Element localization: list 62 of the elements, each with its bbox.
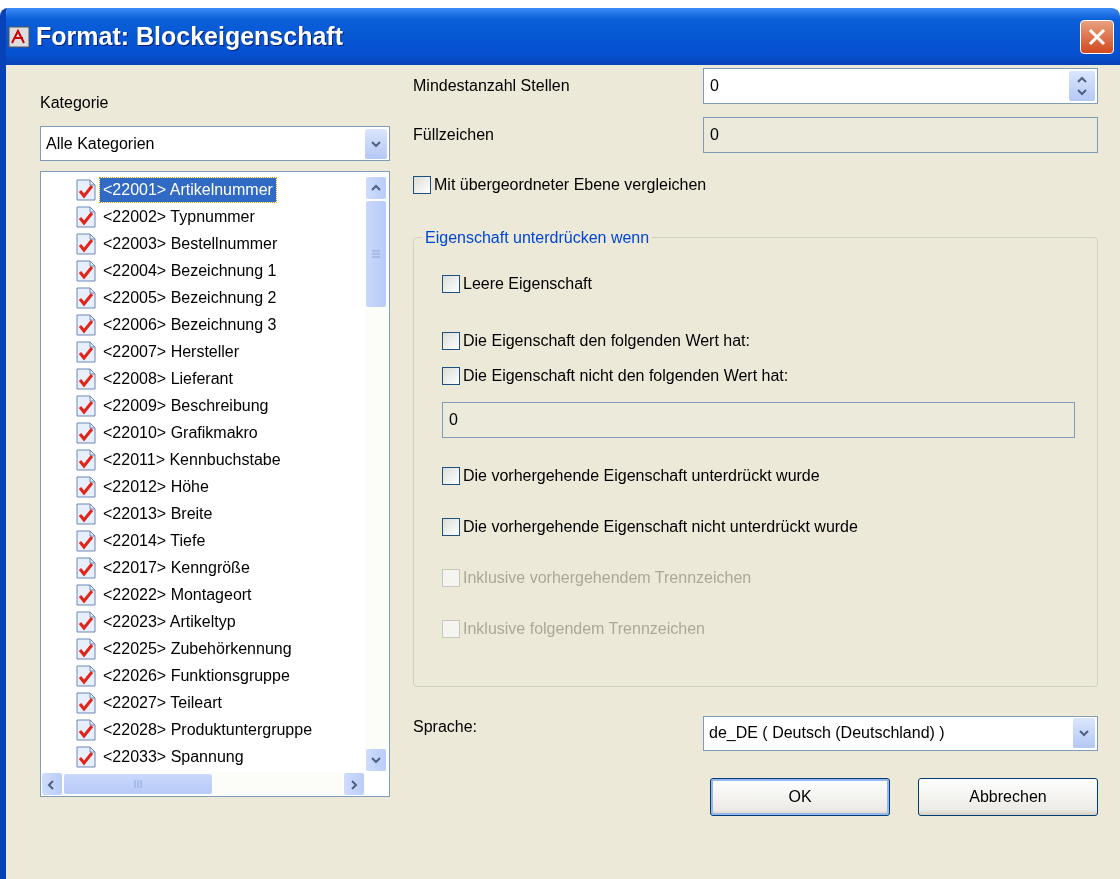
grip-icon xyxy=(371,249,381,259)
scroll-thumb[interactable] xyxy=(63,773,213,795)
checkbox[interactable] xyxy=(442,275,460,293)
scroll-up-button[interactable] xyxy=(365,176,387,200)
chevron-down-icon xyxy=(369,754,383,766)
dropdown-button[interactable] xyxy=(365,128,387,159)
grip-icon xyxy=(133,779,143,789)
checkbox[interactable] xyxy=(413,176,431,194)
field-label: Füllzeichen xyxy=(413,125,495,145)
checkbox-label[interactable]: Leere Eigenschaft xyxy=(463,272,592,296)
list-item[interactable]: <22028> Produktuntergruppe xyxy=(100,717,316,742)
list-item[interactable]: <22012> Höhe xyxy=(100,474,212,499)
checkbox-label[interactable]: Die vorhergehende Eigenschaft nicht unterdrückt wurde xyxy=(463,515,858,539)
list-item[interactable]: <22005> Bezeichnung 2 xyxy=(100,285,280,310)
list-item[interactable]: <22004> Bezeichnung 1 xyxy=(100,258,280,283)
list-item[interactable]: <22014> Tiefe xyxy=(100,528,209,553)
list-item[interactable]: <22011> Kennbuchstabe xyxy=(100,447,284,472)
scroll-thumb[interactable] xyxy=(365,200,387,308)
list-item[interactable]: <22027> Teileart xyxy=(100,690,225,715)
list-item[interactable]: <22010> Grafikmakro xyxy=(100,420,261,445)
scroll-down-button[interactable] xyxy=(365,748,387,772)
list-item[interactable]: <22009> Beschreibung xyxy=(100,393,272,418)
checkbox-label[interactable]: Die Eigenschaft den folgenden Wert hat: xyxy=(463,329,750,353)
app-icon xyxy=(8,25,30,48)
list-item[interactable]: <22023> Artikeltyp xyxy=(100,609,239,634)
spinner-button[interactable] xyxy=(1069,71,1095,101)
category-label: Kategorie xyxy=(40,93,110,113)
cancel-button[interactable]: Abbrechen xyxy=(918,778,1098,816)
vertical-scrollbar[interactable] xyxy=(365,172,389,772)
list-item[interactable]: <22017> Kenngröße xyxy=(100,555,253,580)
checkbox-label[interactable]: Mit übergeordneter Ebene vergleichen xyxy=(434,173,707,197)
horizontal-scrollbar[interactable] xyxy=(41,772,365,796)
list-item[interactable]: <22006> Bezeichnung 3 xyxy=(100,312,280,337)
checkbox-label[interactable]: Die vorhergehende Eigenschaft unterdrückt wurde xyxy=(463,464,820,488)
list-item[interactable]: <22001> Artikelnummer xyxy=(100,177,276,202)
checkbox[interactable] xyxy=(442,467,460,485)
close-icon xyxy=(1087,26,1107,47)
category-dropdown[interactable]: Alle Kategorien xyxy=(40,126,390,161)
ok-button[interactable]: OK xyxy=(710,778,890,816)
language-dropdown[interactable]: de_DE ( Deutsch (Deutschland) ) xyxy=(703,715,1098,751)
checkbox-label[interactable]: Die Eigenschaft nicht den folgenden Wert hat: xyxy=(463,364,789,388)
language-label: Sprache: xyxy=(413,717,479,737)
checkbox[interactable] xyxy=(442,367,460,385)
window-title: Format: Blockeigenschaft xyxy=(36,20,344,52)
spinner-field[interactable]: 0 xyxy=(703,68,1098,104)
list-item[interactable]: <22026> Funktionsgruppe xyxy=(100,663,293,688)
list-item[interactable]: <22003> Bestellnummer xyxy=(100,231,281,256)
close-button[interactable] xyxy=(1080,19,1114,54)
scroll-right-button[interactable] xyxy=(343,772,365,796)
checkbox[interactable] xyxy=(442,332,460,350)
dropdown-button[interactable] xyxy=(1073,718,1095,748)
scroll-left-button[interactable] xyxy=(41,772,63,796)
list-item[interactable]: <22033> Spannung xyxy=(100,744,247,769)
chevron-down-icon xyxy=(1077,727,1091,739)
list-item[interactable]: <22002> Typnummer xyxy=(100,204,258,229)
checkbox[interactable] xyxy=(442,518,460,536)
list-item[interactable]: <22008> Lieferant xyxy=(100,366,236,391)
list-item[interactable]: <22025> Zubehörkennung xyxy=(100,636,295,661)
field-label: Mindestanzahl Stellen xyxy=(413,76,571,96)
list-item[interactable]: <22013> Breite xyxy=(100,501,216,526)
list-item[interactable]: <22022> Montageort xyxy=(100,582,255,607)
list-item[interactable]: <22007> Hersteller xyxy=(100,339,243,364)
